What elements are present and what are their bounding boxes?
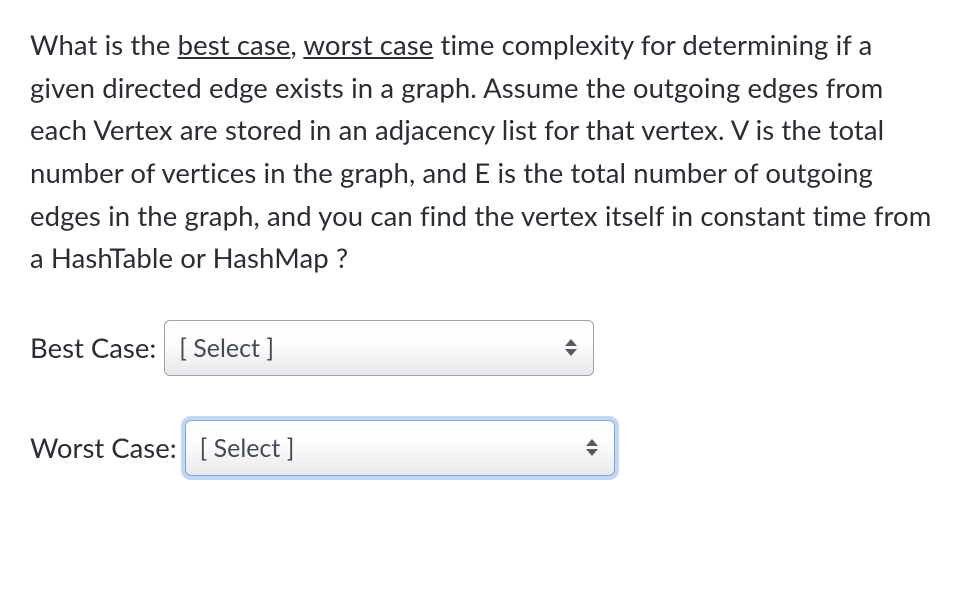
question-underline-worst: worst case (303, 28, 433, 61)
best-case-label: Best Case: (30, 331, 156, 364)
worst-case-select[interactable]: [ Select ] (185, 420, 615, 476)
select-placeholder: [ Select ] (200, 433, 295, 463)
worst-case-row: Worst Case: [ Select ] (30, 420, 942, 476)
question-text-segment: time complexity for determining if a giv… (30, 28, 931, 274)
select-placeholder: [ Select ] (179, 333, 274, 363)
chevron-down-icon (586, 449, 598, 456)
best-case-select[interactable]: [ Select ] (164, 320, 594, 376)
chevron-down-icon (565, 349, 577, 356)
question-text: What is the best case, worst case time c… (30, 24, 942, 280)
stepper-icon (586, 439, 598, 456)
chevron-up-icon (565, 339, 577, 346)
chevron-up-icon (586, 439, 598, 446)
best-case-row: Best Case: [ Select ] (30, 320, 942, 376)
worst-case-label: Worst Case: (30, 431, 177, 464)
question-underline-best: best case (178, 28, 291, 61)
stepper-icon (565, 339, 577, 356)
question-text-segment: What is the (30, 28, 178, 61)
question-text-segment: , (290, 28, 303, 61)
